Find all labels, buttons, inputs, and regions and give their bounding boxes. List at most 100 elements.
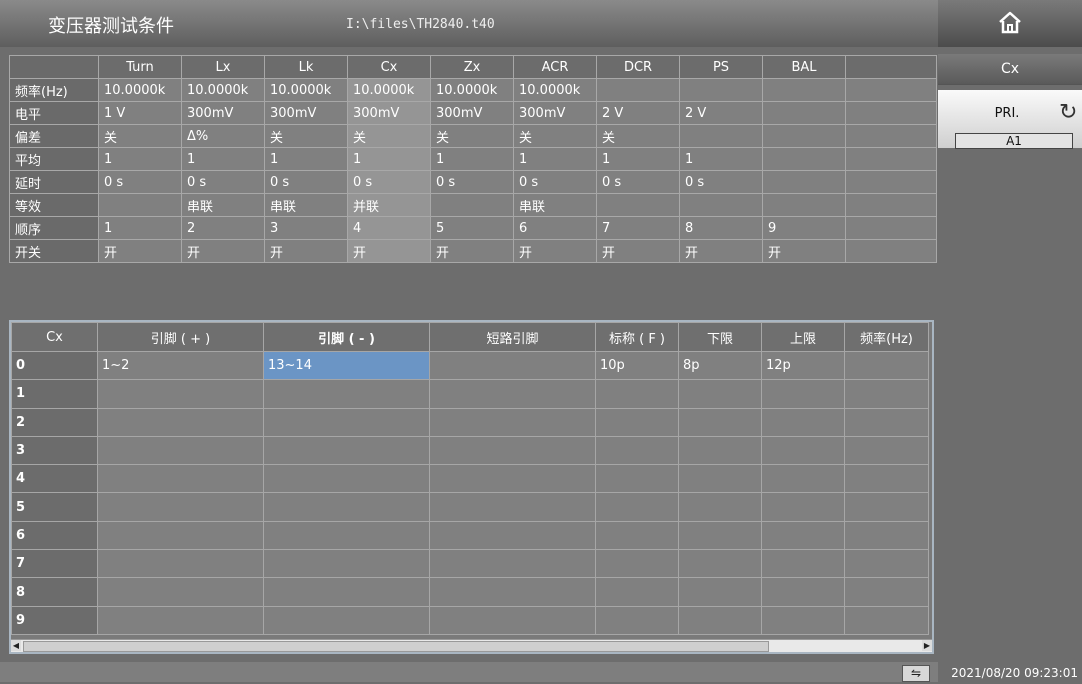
condition-cell[interactable]: 300mV <box>347 101 431 125</box>
condition-cell[interactable]: 1 <box>347 147 431 171</box>
pin-cell[interactable] <box>263 549 430 579</box>
pin-cell[interactable] <box>844 435 929 466</box>
horizontal-scrollbar[interactable]: ◀ ▶ <box>11 639 932 652</box>
pin-cell[interactable] <box>595 492 679 522</box>
condition-cell[interactable]: 开 <box>513 239 597 263</box>
pin-cell[interactable] <box>429 549 596 579</box>
pin-cell[interactable]: 12p <box>761 350 845 381</box>
pin-cell[interactable] <box>761 577 845 607</box>
condition-cell[interactable]: 1 V <box>98 101 182 125</box>
pin-cell[interactable]: 8p <box>678 350 762 381</box>
condition-cell[interactable]: 开 <box>679 239 763 263</box>
home-button[interactable] <box>938 0 1082 47</box>
condition-cell[interactable]: 0 s <box>430 170 514 194</box>
condition-cell[interactable]: 并联 <box>347 193 431 217</box>
condition-cell[interactable] <box>679 78 763 102</box>
condition-cell[interactable]: 9 <box>762 216 846 240</box>
condition-cell[interactable]: 0 s <box>679 170 763 194</box>
condition-cell[interactable]: 开 <box>762 239 846 263</box>
condition-cell[interactable]: 1 <box>679 147 763 171</box>
condition-cell[interactable] <box>596 193 680 217</box>
condition-cell[interactable] <box>845 124 937 148</box>
pin-cell[interactable] <box>429 350 596 381</box>
condition-cell[interactable] <box>845 216 937 240</box>
pin-cell[interactable] <box>844 464 929 494</box>
condition-cell[interactable] <box>762 147 846 171</box>
condition-cell[interactable]: 300mV <box>513 101 597 125</box>
pin-cell[interactable] <box>761 379 845 409</box>
scroll-left-icon[interactable]: ◀ <box>11 640 21 651</box>
condition-cell[interactable]: 0 s <box>98 170 182 194</box>
condition-cell[interactable] <box>845 239 937 263</box>
condition-cell[interactable] <box>679 124 763 148</box>
condition-cell[interactable]: 串联 <box>513 193 597 217</box>
pin-cell[interactable] <box>263 379 430 409</box>
pin-cell[interactable] <box>263 464 430 494</box>
pin-cell[interactable] <box>429 464 596 494</box>
condition-cell[interactable]: 2 V <box>596 101 680 125</box>
condition-cell[interactable]: 300mV <box>430 101 514 125</box>
pin-cell[interactable] <box>595 577 679 607</box>
condition-cell[interactable]: 0 s <box>513 170 597 194</box>
pin-cell[interactable] <box>844 605 929 635</box>
condition-cell[interactable]: 开 <box>430 239 514 263</box>
pin-cell[interactable] <box>761 407 845 437</box>
condition-cell[interactable]: 2 <box>181 216 265 240</box>
condition-cell[interactable]: 1 <box>513 147 597 171</box>
pin-cell[interactable] <box>429 577 596 607</box>
pin-cell[interactable] <box>761 520 845 551</box>
condition-cell[interactable]: 1 <box>98 147 182 171</box>
condition-cell[interactable]: 10.0000k <box>264 78 348 102</box>
condition-cell[interactable] <box>762 101 846 125</box>
pin-cell[interactable] <box>263 492 430 522</box>
condition-cell[interactable]: 7 <box>596 216 680 240</box>
condition-cell[interactable]: 关 <box>98 124 182 148</box>
pin-cell[interactable] <box>263 407 430 437</box>
pin-cell[interactable] <box>844 407 929 437</box>
pin-cell[interactable]: 1~2 <box>97 350 264 381</box>
pin-cell[interactable] <box>97 520 264 551</box>
pin-cell[interactable] <box>97 379 264 409</box>
condition-cell[interactable]: 开 <box>596 239 680 263</box>
condition-cell[interactable]: 关 <box>596 124 680 148</box>
pin-cell[interactable] <box>263 577 430 607</box>
condition-cell[interactable]: 串联 <box>264 193 348 217</box>
pin-cell[interactable]: 13~14 <box>263 350 430 381</box>
pin-cell[interactable] <box>97 605 264 635</box>
pin-cell[interactable] <box>429 605 596 635</box>
pin-cell[interactable] <box>97 464 264 494</box>
condition-cell[interactable] <box>845 170 937 194</box>
condition-cell[interactable]: 2 V <box>679 101 763 125</box>
condition-cell[interactable]: 开 <box>181 239 265 263</box>
pin-cell[interactable] <box>678 492 762 522</box>
condition-cell[interactable]: 3 <box>264 216 348 240</box>
pin-cell[interactable] <box>595 435 679 466</box>
condition-cell[interactable]: 1 <box>430 147 514 171</box>
condition-cell[interactable] <box>762 78 846 102</box>
pin-cell[interactable] <box>678 464 762 494</box>
pin-cell[interactable] <box>844 520 929 551</box>
condition-cell[interactable]: 300mV <box>264 101 348 125</box>
condition-cell[interactable]: 关 <box>513 124 597 148</box>
pin-cell[interactable] <box>429 520 596 551</box>
pin-cell[interactable] <box>595 605 679 635</box>
pin-cell[interactable] <box>97 407 264 437</box>
pin-cell[interactable] <box>678 379 762 409</box>
condition-cell[interactable] <box>762 170 846 194</box>
pin-cell[interactable] <box>263 605 430 635</box>
pin-cell[interactable] <box>761 435 845 466</box>
pin-cell[interactable] <box>844 379 929 409</box>
condition-cell[interactable]: 0 s <box>181 170 265 194</box>
scroll-right-icon[interactable]: ▶ <box>922 640 932 651</box>
pin-cell[interactable] <box>97 577 264 607</box>
pin-cell[interactable] <box>678 549 762 579</box>
condition-cell[interactable] <box>596 78 680 102</box>
condition-cell[interactable]: 6 <box>513 216 597 240</box>
pin-cell[interactable] <box>429 379 596 409</box>
condition-cell[interactable]: 关 <box>430 124 514 148</box>
condition-cell[interactable] <box>845 193 937 217</box>
condition-cell[interactable]: 1 <box>264 147 348 171</box>
condition-cell[interactable] <box>679 193 763 217</box>
condition-cell[interactable]: 关 <box>347 124 431 148</box>
pin-cell[interactable] <box>429 492 596 522</box>
